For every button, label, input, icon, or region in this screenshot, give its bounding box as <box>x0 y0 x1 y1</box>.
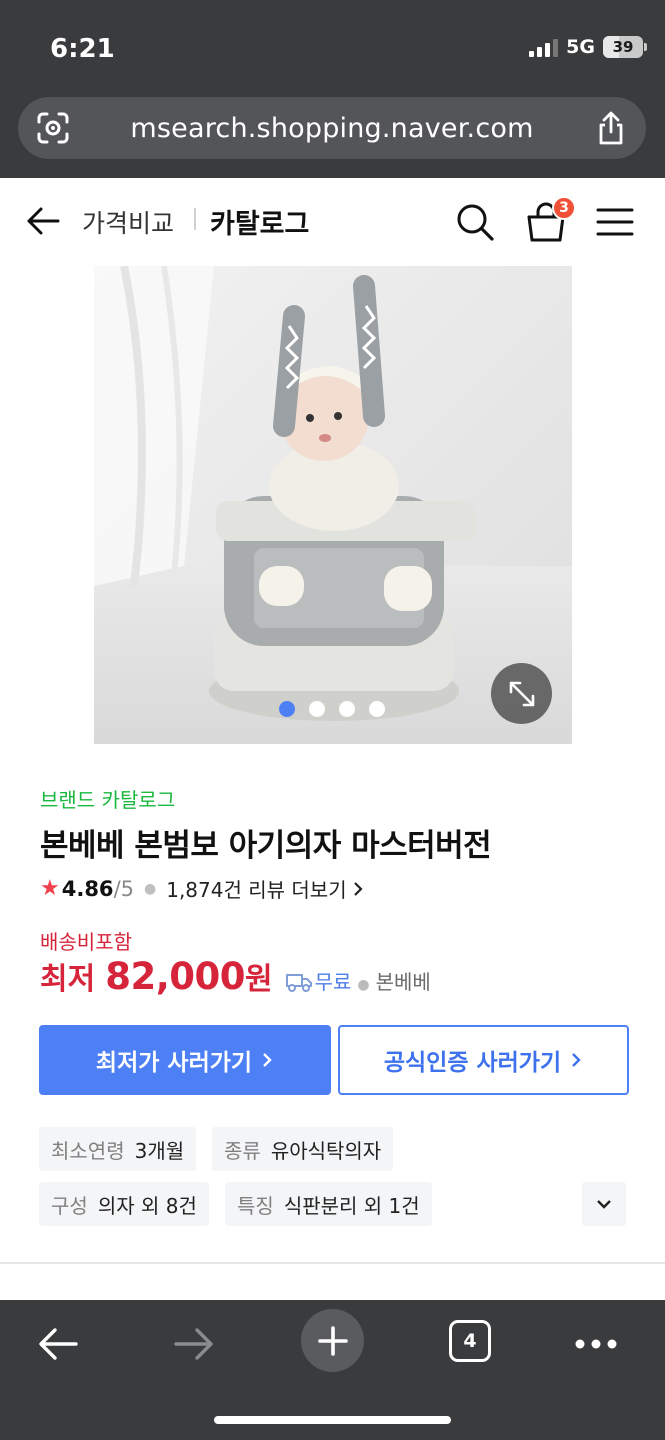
address-bar[interactable]: msearch.shopping.naver.com <box>18 97 646 159</box>
chevron-right-icon <box>353 881 363 896</box>
pager-dot-4[interactable] <box>369 701 385 717</box>
brand-catalog-label[interactable]: 브랜드 카탈로그 <box>40 784 175 813</box>
status-time: 6:21 <box>50 34 115 64</box>
cart-count-badge: 3 <box>552 196 576 220</box>
free-delivery: 무료 <box>314 970 352 994</box>
pager-dot-3[interactable] <box>339 701 355 717</box>
network-type: 5G <box>566 36 595 58</box>
review-link[interactable]: 1,874건 리뷰 더보기 <box>166 874 346 903</box>
section-divider <box>0 1262 665 1264</box>
rating-value: 4.86 <box>61 876 114 901</box>
seller-name[interactable]: 본베베 <box>376 966 431 995</box>
spec-value: 의자 외 8건 <box>97 1193 197 1218</box>
spec-key: 구성 <box>51 1193 88 1218</box>
new-tab-plus-icon[interactable] <box>301 1309 364 1372</box>
breadcrumb-divider <box>194 208 196 230</box>
status-indicators: 5G 39 <box>529 36 647 58</box>
spec-chip: 특징 식판분리 외 1건 <box>225 1182 432 1226</box>
breadcrumb-price-compare[interactable]: 가격비교 <box>82 204 174 240</box>
separator-dot: ● <box>144 880 157 897</box>
hamburger-menu-icon[interactable] <box>596 206 634 238</box>
browser-forward-icon[interactable] <box>166 1316 222 1372</box>
spec-chip: 종류 유아식탁의자 <box>212 1127 394 1171</box>
rating-max: /5 <box>113 876 134 901</box>
star-icon: ★ <box>40 876 60 901</box>
more-options-icon[interactable] <box>566 1316 626 1372</box>
image-pager-dots[interactable] <box>279 701 385 717</box>
lowest-price-buy-button[interactable]: 최저가 사러가기 <box>39 1025 331 1095</box>
back-arrow-icon[interactable] <box>24 202 62 240</box>
rating-row: ★ 4.86 /5 ● 1,874건 리뷰 더보기 <box>40 874 365 903</box>
spec-chip: 구성 의자 외 8건 <box>39 1182 209 1226</box>
spec-key: 종류 <box>224 1138 261 1163</box>
expand-icon[interactable] <box>491 663 552 724</box>
url-text[interactable]: msearch.shopping.naver.com <box>88 113 576 144</box>
price-row: 최저 82,000 원 무료 ● 본베베 <box>40 954 431 998</box>
spec-key: 최소연령 <box>51 1138 125 1163</box>
pager-dot-2[interactable] <box>309 701 325 717</box>
battery-icon: 39 <box>603 36 647 58</box>
spec-value: 3개월 <box>134 1138 185 1163</box>
app-header: 가격비교 카탈로그 <box>0 178 665 266</box>
spec-chip: 최소연령 3개월 <box>39 1127 197 1171</box>
breadcrumb-catalog: 카탈로그 <box>210 209 310 240</box>
signal-icon <box>529 37 559 57</box>
truck-icon <box>285 974 312 992</box>
battery-level: 39 <box>612 38 634 56</box>
chevron-down-icon[interactable] <box>582 1182 626 1226</box>
price-value: 82,000 <box>105 955 245 998</box>
official-buy-label: 공식인증 사러가기 <box>383 1050 562 1076</box>
share-icon[interactable] <box>576 97 646 159</box>
spec-value: 식판분리 외 1건 <box>283 1193 420 1218</box>
search-icon[interactable] <box>455 202 495 242</box>
lowest-price-buy-label: 최저가 사러가기 <box>95 1050 253 1076</box>
official-buy-button[interactable]: 공식인증 사러가기 <box>338 1025 629 1095</box>
chevron-right-icon <box>263 1053 272 1067</box>
browser-top-bar: 6:21 5G 39 msearch.shopping.naver.com <box>0 0 665 178</box>
pager-dot-1[interactable] <box>279 701 295 717</box>
price-unit: 원 <box>244 962 273 997</box>
shipping-included-label: 배송비포함 <box>40 930 132 954</box>
spec-value: 유아식탁의자 <box>270 1138 382 1163</box>
tab-switcher-button[interactable]: 4 <box>449 1320 491 1362</box>
spec-key: 특징 <box>237 1193 274 1218</box>
lens-icon[interactable] <box>18 97 88 159</box>
product-title: 본베베 본범보 아기의자 마스터버전 <box>40 828 492 864</box>
price-prefix: 최저 <box>40 962 96 997</box>
browser-back-icon[interactable] <box>30 1316 86 1372</box>
chevron-right-icon <box>572 1053 581 1067</box>
separator-dot: ● <box>357 977 370 993</box>
home-indicator[interactable] <box>214 1416 451 1424</box>
